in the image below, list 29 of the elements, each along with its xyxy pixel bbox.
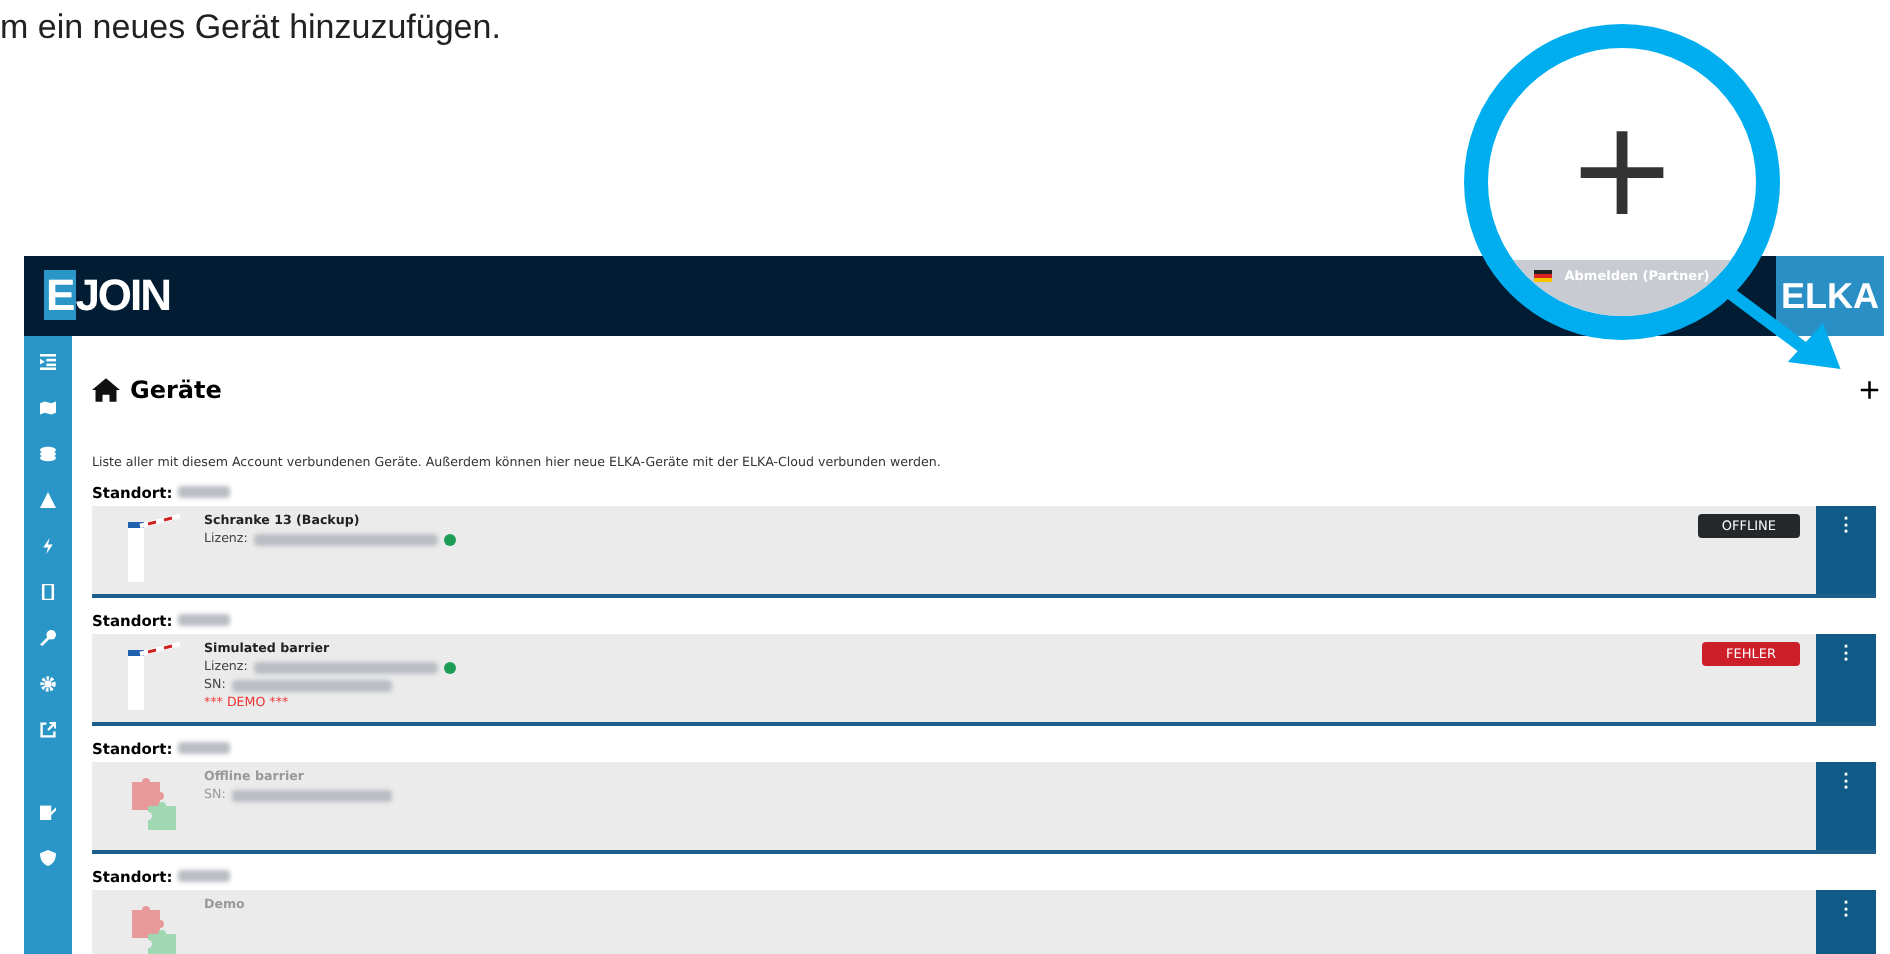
german-flag-icon <box>1534 270 1553 282</box>
magnified-plus-icon: + <box>1566 78 1678 230</box>
redacted-location <box>178 870 231 882</box>
redacted-location <box>178 486 231 498</box>
home-icon <box>92 378 120 402</box>
key-icon[interactable] <box>40 630 56 646</box>
barrier-drawing <box>124 642 184 710</box>
edit-icon[interactable] <box>40 804 56 820</box>
warning-icon[interactable] <box>40 492 56 508</box>
redacted-location <box>178 614 231 626</box>
bolt-icon[interactable] <box>40 538 56 554</box>
phone-icon[interactable] <box>40 584 56 600</box>
menu-icon[interactable] <box>40 354 56 370</box>
more-options-button[interactable]: ⋮ <box>1816 890 1876 954</box>
more-options-button[interactable]: ⋮ <box>1816 762 1876 850</box>
brand-logo: ELKA <box>1776 256 1884 336</box>
gear-icon[interactable] <box>40 676 56 692</box>
add-device-button[interactable]: + <box>1854 372 1884 408</box>
shield-icon[interactable] <box>40 850 56 866</box>
external-icon[interactable] <box>40 722 56 738</box>
caption-text: m ein neues Gerät hinzuzufügen. <box>0 8 501 46</box>
more-options-button[interactable]: ⋮ <box>1816 634 1876 722</box>
redacted-location <box>178 742 231 754</box>
map-icon[interactable] <box>40 400 56 416</box>
page-title: Geräte <box>130 376 222 404</box>
more-options-button[interactable]: ⋮ <box>1816 506 1876 594</box>
app-logo: EJOIN <box>42 270 171 322</box>
stack-icon[interactable] <box>40 446 56 462</box>
barrier-drawing <box>124 514 184 582</box>
